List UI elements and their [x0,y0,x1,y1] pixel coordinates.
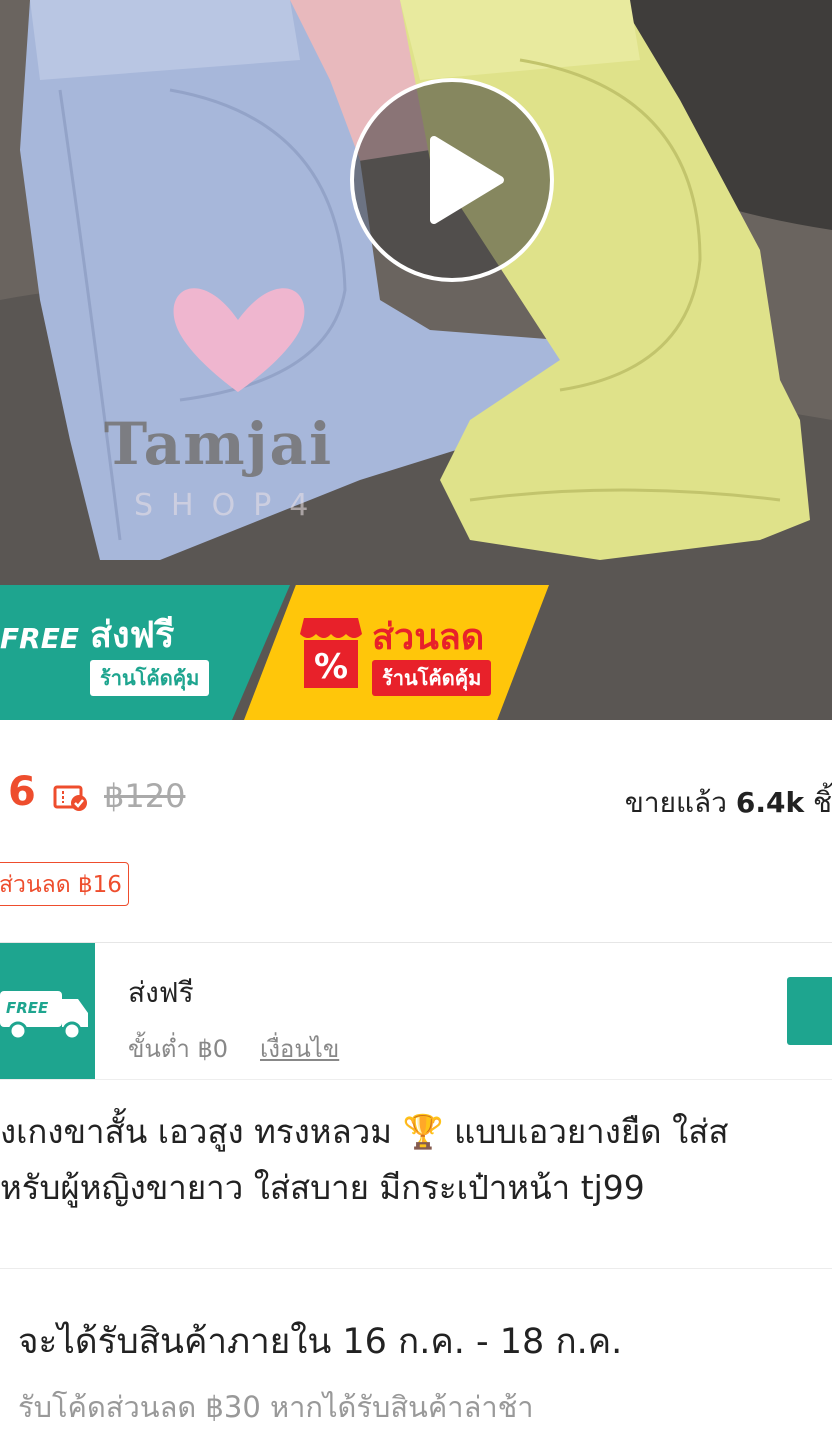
free-badge-text: FREE [0,622,79,655]
late-delivery-voucher: รับโค้ดส่วนลด ฿30 หากได้รับสินค้าล่าช้า [18,1390,534,1424]
play-video-button[interactable] [350,78,554,282]
sold-count: ขายแล้ว 6.4k ชิ้ [625,781,832,825]
product-media[interactable]: Tamjai SHOP4 FREE ส่งฟรี ร้านโค้ดคุ้ม % … [0,0,832,720]
product-title-line-2: หรับผู้หญิงขายาว ใส่สบาย มีกระเป๋าหน้า t… [0,1168,645,1207]
watermark-shop: SHOP4 [134,488,327,523]
discount-voucher-tag[interactable]: ส่วนลด ฿16 [0,862,129,906]
shipping-title: ส่งฟรี [128,976,194,1009]
svg-text:%: % [314,647,348,687]
play-icon [430,136,504,224]
claim-voucher-button[interactable] [787,977,832,1045]
free-shipping-badge: FREE [0,943,95,1079]
free-badge-label: FREE [6,999,49,1017]
conditions-link[interactable]: เงื่อนไข [260,1029,339,1068]
delivery-estimate[interactable]: จะได้รับสินค้าภายใน 16 ก.ค. - 18 ก.ค. [18,1314,622,1369]
sold-label: ขายแล้ว [624,786,727,819]
percent-shop-icon: % [300,618,362,688]
sold-number: 6.4k [735,786,805,819]
product-title: งเกงขาสั้น เอวสูง ทรงหลวม 🏆 แบบเอวยางยืด… [0,1104,832,1216]
free-shipping-voucher[interactable]: FREE ส่งฟรี ขั้นต่ำ ฿0 เงื่อนไข [0,942,832,1080]
discount-banner-pill: ร้านโค้ดคุ้ม [372,660,492,696]
current-price: 6 [8,769,36,815]
price-row: 6 ฿120 ขายแล้ว 6.4k ชิ้ [0,755,832,840]
product-title-line-1: งเกงขาสั้น เอวสูง ทรงหลวม 🏆 แบบเอวยางยืด… [0,1112,729,1151]
watermark-brand: Tamjai [104,410,334,478]
original-price: ฿120 [104,777,186,815]
shipping-minimum: ขั้นต่ำ ฿0 [128,1035,229,1063]
sold-unit: ชิ้ [812,786,832,819]
discount-banner-title: ส่วนลด [372,617,485,658]
free-banner-title: ส่งฟรี [90,615,175,656]
section-divider [0,1268,832,1269]
free-banner-pill: ร้านโค้ดคุ้ม [90,660,210,696]
voucher-check-icon [53,785,87,811]
